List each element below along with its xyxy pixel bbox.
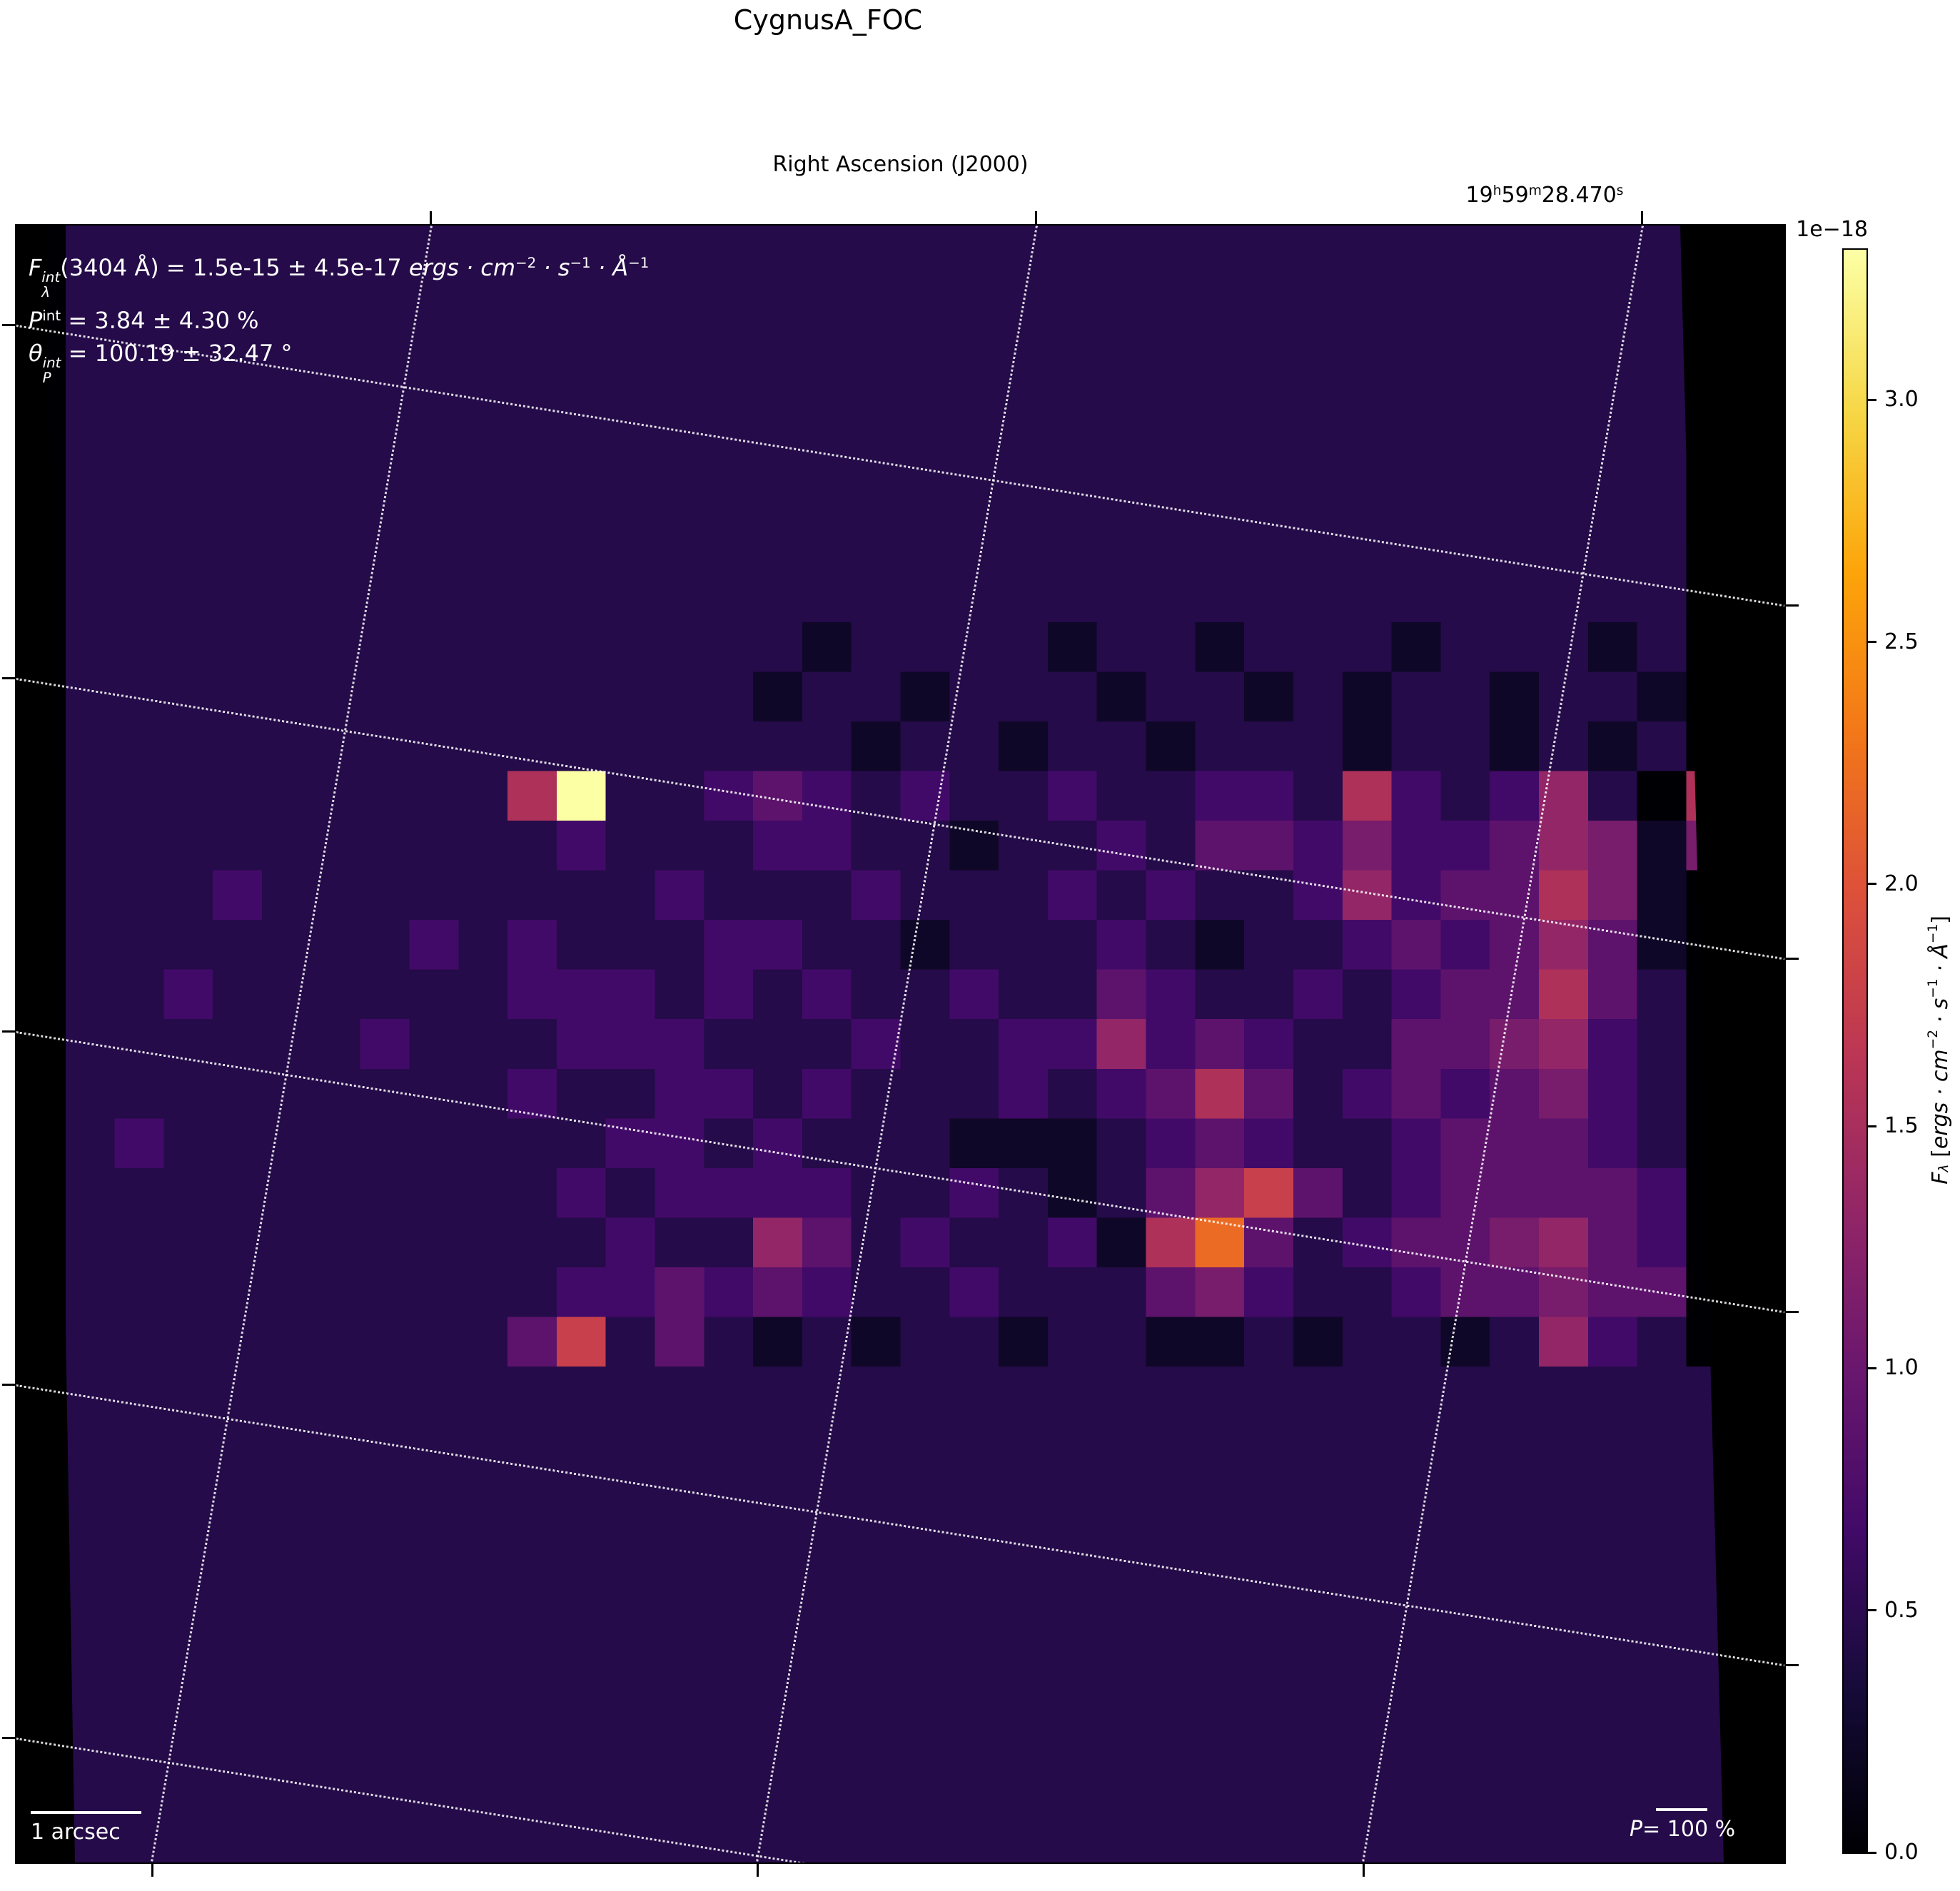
right-axis-tick <box>1786 957 1799 960</box>
ra-minutes: 59 <box>1501 183 1529 208</box>
flux-value: (3404 Å) = 1.5e-15 ± 4.5e-17 <box>60 253 409 281</box>
bottom-axis-tick <box>151 1864 153 1877</box>
polarization-scalebar-label: P= 100 % <box>1630 1817 1736 1842</box>
right-axis-tick <box>1786 604 1799 607</box>
colorbar-tick-mark <box>1866 1367 1876 1369</box>
flux-supsub: int λ <box>41 268 61 300</box>
pol-value: = 3.84 ± 4.30 % <box>61 307 259 335</box>
ra-seconds-unit: s <box>1616 183 1624 198</box>
colorbar-tick-label: 0.0 <box>1884 1839 1919 1865</box>
angle-value: = 100.19 ± 32.47 ° <box>61 340 293 367</box>
colorbar-tick-mark <box>1866 1125 1876 1127</box>
colorbar-gradient-canvas <box>1844 250 1866 1852</box>
flux-symbol: F <box>29 253 42 281</box>
bottom-axis-tick <box>756 1864 759 1877</box>
arcsec-scalebar-line <box>31 1811 141 1814</box>
left-axis-tick <box>2 1736 15 1739</box>
colorbar-tick-label: 2.5 <box>1884 629 1919 654</box>
colorbar-tick-mark <box>1866 1851 1876 1854</box>
colorbar-tick-label: 3.0 <box>1884 387 1919 412</box>
colorbar-tick-label: 1.5 <box>1884 1112 1919 1138</box>
angle-supsub: int P <box>42 355 61 387</box>
top-axis-tick <box>429 211 432 224</box>
colorbar <box>1842 248 1868 1854</box>
ra-minutes-unit: m <box>1528 183 1542 198</box>
left-axis-tick <box>2 1383 15 1386</box>
colorbar-tick-mark <box>1866 883 1876 886</box>
colorbar-axis-label: Fλ [ergs · cm−2 · s−1 · Å−1] <box>1925 915 1954 1185</box>
right-axis-tick <box>1786 1310 1799 1313</box>
top-axis-tick <box>1640 211 1643 224</box>
colorbar-tick-mark <box>1866 641 1876 644</box>
pol-symbol: P <box>29 307 43 335</box>
annotation-angle: θ int P = 100.19 ± 32.47 ° <box>29 337 649 386</box>
colorbar-tick-label: 2.0 <box>1884 871 1919 896</box>
image-plot-area: Fint λ (3404 Å) = 1.5e-15 ± 4.5e-17 ergs ·… <box>15 224 1786 1864</box>
bottom-axis-tick <box>1362 1864 1365 1877</box>
ra-hours-unit: h <box>1492 183 1502 198</box>
colorbar-tick-label: 1.0 <box>1884 1355 1919 1381</box>
left-axis-tick <box>2 1030 15 1033</box>
annotation-polarization: Pint = 3.84 ± 4.30 % <box>29 307 259 335</box>
polarization-scalebar-line <box>1656 1808 1707 1811</box>
colorbar-offset-label: 1e−18 <box>1796 217 1868 242</box>
ra-hours: 19 <box>1465 183 1493 208</box>
x-axis-label: Right Ascension (J2000) <box>772 152 1029 177</box>
colorbar-tick-mark <box>1866 1609 1876 1612</box>
ra-seconds: 28.470 <box>1541 183 1617 208</box>
arcsec-scalebar-label: 1 arcsec <box>31 1820 121 1845</box>
figure-cygnusa-foc: CygnusA_FOC Right Ascension (J2000) 19h5… <box>0 0 1960 1891</box>
colorbar-tick-mark <box>1866 398 1876 401</box>
annotation-box: Fint λ (3404 Å) = 1.5e-15 ± 4.5e-17 ergs ·… <box>29 247 649 386</box>
right-axis-tick <box>1786 1663 1799 1666</box>
annotation-flux: Fint λ (3404 Å) = 1.5e-15 ± 4.5e-17 ergs ·… <box>29 247 649 300</box>
colorbar-tick-label: 0.5 <box>1884 1597 1919 1623</box>
ra-tick-label: 19h59m28.470s <box>1402 183 1687 208</box>
flux-heatmap-canvas <box>16 225 1784 1862</box>
left-axis-tick <box>2 323 15 326</box>
top-axis-tick <box>1034 211 1037 224</box>
angle-symbol: θ <box>29 340 43 367</box>
left-axis-tick <box>2 676 15 679</box>
figure-title: CygnusA_FOC <box>733 4 923 36</box>
flux-units: ergs · cm−2 · s−1 · Å−1 <box>408 253 650 281</box>
